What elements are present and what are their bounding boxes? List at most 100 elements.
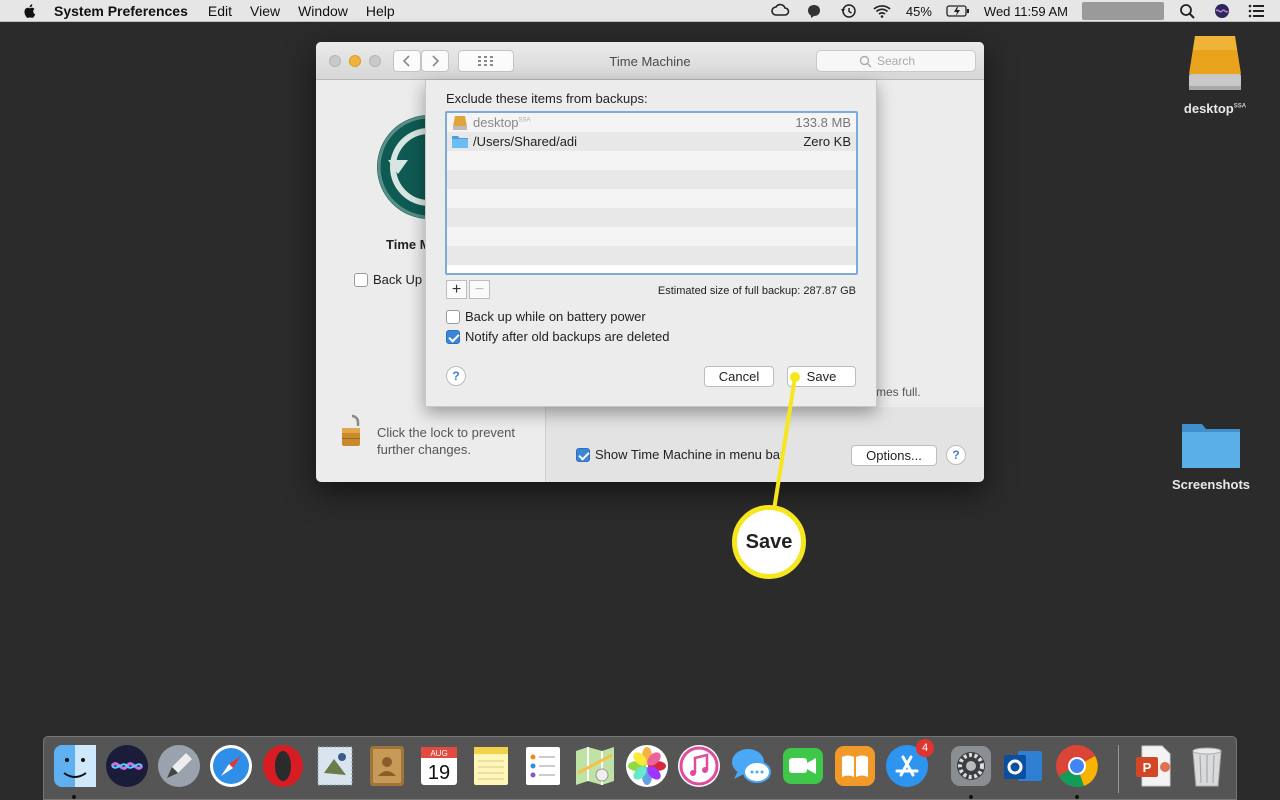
chrome-icon <box>1056 745 1098 788</box>
dock-notes[interactable] <box>468 743 514 789</box>
desktop-drive[interactable]: desktopSSA <box>1172 32 1258 116</box>
opera-icon <box>263 745 303 787</box>
calendar-day: 19 <box>428 762 450 784</box>
dock-itunes[interactable] <box>676 743 722 789</box>
calendar-month: AUG <box>430 749 447 758</box>
dock-reminders[interactable] <box>520 743 566 789</box>
back-up-automatically-checkbox-box[interactable] <box>354 272 368 287</box>
user-name-redacted[interactable] <box>1082 2 1164 20</box>
search-field[interactable]: Search <box>816 50 976 72</box>
app-store-badge: 4 <box>916 739 934 757</box>
search-icon <box>859 55 872 68</box>
menu-edit[interactable]: Edit <box>208 3 232 19</box>
dock-powerpoint[interactable]: P <box>1130 743 1176 789</box>
dock-chrome[interactable] <box>1054 743 1100 789</box>
remove-item-button[interactable]: − <box>469 280 490 299</box>
options-button[interactable]: Options... <box>851 445 937 466</box>
notify-deleted-checkbox-box[interactable] <box>446 329 460 344</box>
apple-menu-icon[interactable] <box>20 3 40 19</box>
notify-deleted-checkbox[interactable]: Notify after old backups are deleted <box>446 329 670 344</box>
running-indicator <box>1075 795 1079 799</box>
notification-center-icon[interactable] <box>1246 3 1266 19</box>
exclude-item-superscript: SSA <box>518 117 531 124</box>
trash-icon <box>1192 747 1222 787</box>
menu-view[interactable]: View <box>250 3 280 19</box>
dock-facetime[interactable] <box>780 743 826 789</box>
battery-power-checkbox[interactable]: Back up while on battery power <box>446 309 646 324</box>
dock-trash[interactable] <box>1184 743 1230 789</box>
dock-ibooks[interactable] <box>832 743 878 789</box>
battery-power-checkbox-box[interactable] <box>446 309 460 324</box>
menu-clock[interactable]: Wed 11:59 AM <box>984 4 1068 19</box>
desktop-drive-superscript: SSA <box>1233 103 1247 110</box>
reminders-icon <box>526 747 560 785</box>
exclude-items-sheet: Exclude these items from backups: deskto… <box>425 80 877 407</box>
finder-icon <box>54 745 96 787</box>
notes-icon <box>474 747 508 785</box>
dock-contacts[interactable] <box>364 743 410 789</box>
chat-bubble-icon[interactable] <box>804 3 824 19</box>
calendar-icon: AUG 19 <box>421 747 457 785</box>
dock-opera[interactable] <box>260 743 306 789</box>
dock-calendar[interactable]: AUG 19 <box>416 743 462 789</box>
menu-window[interactable]: Window <box>298 3 348 19</box>
dock-outlook[interactable] <box>1000 743 1046 789</box>
exclude-item-name: desktop <box>473 115 519 130</box>
show-in-menu-bar-checkbox-box[interactable] <box>576 447 590 462</box>
save-button[interactable]: Save <box>787 366 856 387</box>
cancel-button[interactable]: Cancel <box>704 366 774 387</box>
battery-icon[interactable] <box>946 3 970 19</box>
back-up-automatically-checkbox[interactable]: Back Up <box>354 272 422 287</box>
dock-system-preferences[interactable] <box>948 743 994 789</box>
safari-icon <box>210 745 252 787</box>
gear-icon <box>951 746 991 786</box>
dock-maps[interactable] <box>572 743 618 789</box>
time-machine-menu-icon[interactable] <box>838 3 858 19</box>
menu-help[interactable]: Help <box>366 3 395 19</box>
wifi-icon[interactable] <box>872 3 892 19</box>
dock: AUG 19 4 P <box>43 736 1237 800</box>
empty-row <box>447 246 856 265</box>
battery-percent[interactable]: 45% <box>906 4 932 19</box>
powerpoint-document-icon: P <box>1136 745 1171 787</box>
dock-finder[interactable] <box>52 743 98 789</box>
siri-icon <box>106 745 148 787</box>
show-in-menu-bar-checkbox[interactable]: Show Time Machine in menu bar <box>576 447 784 462</box>
window-help-button[interactable]: ? <box>946 445 966 465</box>
exclude-item-name: /Users/Shared/adi <box>473 134 578 149</box>
lock-description: Click the lock to prevent further change… <box>377 425 516 457</box>
dock-safari[interactable] <box>208 743 254 789</box>
menu-app-name[interactable]: System Preferences <box>54 3 188 19</box>
lock-icon[interactable] <box>340 414 364 448</box>
exclude-item-size: Zero KB <box>803 134 851 149</box>
running-indicator <box>969 795 973 799</box>
folder-icon <box>1182 424 1240 468</box>
photos-icon <box>626 745 668 787</box>
launchpad-icon <box>158 745 200 787</box>
drive-icon <box>453 115 467 130</box>
dock-siri[interactable] <box>104 743 150 789</box>
show-in-menu-bar-label: Show Time Machine in menu bar <box>595 447 785 462</box>
dock-photos[interactable] <box>624 743 670 789</box>
exclude-item-size: 133.8 MB <box>795 115 851 130</box>
dock-mail[interactable] <box>312 743 358 789</box>
window-titlebar: Time Machine Search <box>316 42 984 80</box>
exclude-list[interactable]: desktopSSA 133.8 MB /Users/Shared/adi Ze… <box>445 111 858 275</box>
dock-messages[interactable] <box>728 743 774 789</box>
desktop-screenshots-folder[interactable]: Screenshots <box>1168 418 1254 492</box>
drive-icon <box>1189 36 1241 90</box>
add-item-button[interactable]: + <box>446 280 467 299</box>
exclude-list-row[interactable]: /Users/Shared/adi Zero KB <box>447 132 856 151</box>
empty-row <box>447 151 856 170</box>
exclude-list-row[interactable]: desktopSSA 133.8 MB <box>447 113 856 132</box>
siri-icon[interactable] <box>1212 3 1232 19</box>
spotlight-search-icon[interactable] <box>1178 3 1198 19</box>
creative-cloud-icon[interactable] <box>770 3 790 19</box>
dock-separator <box>1118 745 1119 793</box>
battery-power-label: Back up while on battery power <box>465 309 646 324</box>
dock-launchpad[interactable] <box>156 743 202 789</box>
dock-app-store[interactable]: 4 <box>884 739 934 789</box>
sheet-help-button[interactable]: ? <box>446 366 466 386</box>
menu-bar: System Preferences Edit View Window Help… <box>0 0 1280 22</box>
messages-icon <box>732 749 771 783</box>
